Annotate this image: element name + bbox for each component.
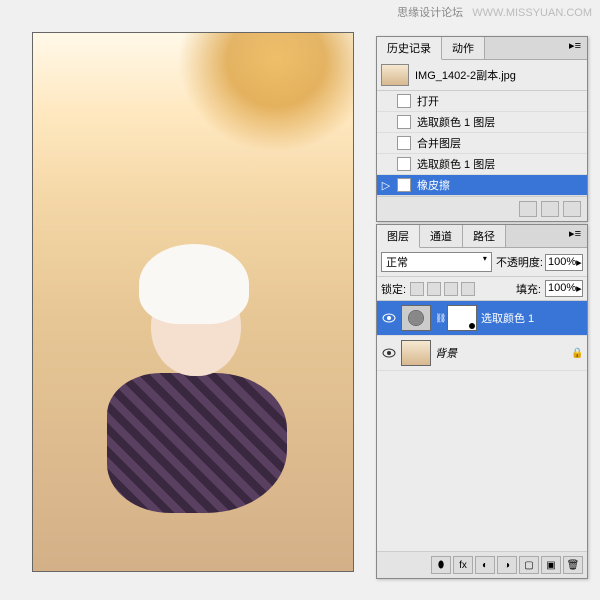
opacity-input[interactable]: 100%▸ bbox=[545, 254, 583, 271]
watermark: 思缘设计论坛 WWW.MISSYUAN.COM bbox=[397, 4, 592, 20]
history-item[interactable]: 选取颜色 1 图层 bbox=[377, 154, 587, 175]
tab-paths[interactable]: 路径 bbox=[463, 225, 506, 247]
tab-actions[interactable]: 动作 bbox=[442, 37, 485, 59]
visibility-toggle[interactable] bbox=[381, 346, 397, 360]
snapshot-filename: IMG_1402-2副本.jpg bbox=[415, 67, 516, 83]
adjustment-thumb[interactable] bbox=[401, 305, 431, 331]
lock-label: 锁定: bbox=[381, 281, 406, 297]
history-item[interactable]: 选取颜色 1 图层 bbox=[377, 112, 587, 133]
history-list: 打开 选取颜色 1 图层 合并图层 选取颜色 1 图层 ▷ 橡皮擦 bbox=[377, 90, 587, 196]
layer-row[interactable]: ⛓ 选取颜色 1 bbox=[377, 301, 587, 336]
history-panel: 历史记录 动作 ▸≡ IMG_1402-2副本.jpg 打开 选取颜色 1 图层… bbox=[376, 36, 588, 222]
tab-history[interactable]: 历史记录 bbox=[377, 37, 442, 60]
history-item[interactable]: 合并图层 bbox=[377, 133, 587, 154]
chevron-down-icon: ▾ bbox=[483, 254, 487, 270]
layers-panel: 图层 通道 路径 ▸≡ 正常 ▾ 不透明度: 100%▸ 锁定: bbox=[376, 224, 588, 579]
adjustment-layer-button[interactable]: ◑ bbox=[497, 556, 517, 574]
layer-name[interactable]: 选取颜色 1 bbox=[481, 310, 583, 326]
layer-thumb[interactable] bbox=[401, 340, 431, 366]
visibility-toggle[interactable] bbox=[381, 311, 397, 325]
layer-group-button[interactable]: ▢ bbox=[519, 556, 539, 574]
new-snapshot-button[interactable] bbox=[519, 201, 537, 217]
photo-leaves bbox=[161, 33, 353, 168]
layer-icon bbox=[397, 157, 411, 171]
new-layer-button[interactable]: ▣ bbox=[541, 556, 561, 574]
fill-label: 填充: bbox=[516, 281, 541, 297]
history-pointer-icon: ▷ bbox=[381, 179, 391, 192]
link-icon[interactable]: ⛓ bbox=[435, 313, 443, 324]
layer-row[interactable]: 背景 🔒 bbox=[377, 336, 587, 371]
eraser-icon bbox=[397, 178, 411, 192]
layer-fx-button[interactable]: fx bbox=[453, 556, 473, 574]
panel-menu-icon[interactable]: ▸≡ bbox=[563, 225, 587, 247]
snapshot-thumb bbox=[381, 64, 409, 86]
layer-name[interactable]: 背景 bbox=[435, 345, 567, 361]
layer-icon bbox=[397, 115, 411, 129]
panel-menu-icon[interactable]: ▸≡ bbox=[563, 37, 587, 59]
lock-position-icon[interactable] bbox=[444, 282, 458, 296]
image-canvas[interactable] bbox=[32, 32, 354, 572]
layer-list: ⛓ 选取颜色 1 背景 🔒 bbox=[377, 301, 587, 551]
layer-mask-button[interactable]: ◐ bbox=[475, 556, 495, 574]
tab-layers[interactable]: 图层 bbox=[377, 225, 420, 248]
chevron-right-icon: ▸ bbox=[576, 282, 582, 295]
photo-portrait bbox=[97, 237, 289, 560]
mask-thumb[interactable] bbox=[447, 305, 477, 331]
history-snapshot[interactable]: IMG_1402-2副本.jpg bbox=[377, 60, 587, 90]
lock-pixels-icon[interactable] bbox=[427, 282, 441, 296]
opacity-label: 不透明度: bbox=[496, 254, 543, 270]
lock-all-icon[interactable] bbox=[461, 282, 475, 296]
lock-icon: 🔒 bbox=[571, 348, 583, 359]
new-document-button[interactable] bbox=[541, 201, 559, 217]
delete-layer-button[interactable]: 🗑 bbox=[563, 556, 583, 574]
fill-input[interactable]: 100%▸ bbox=[545, 280, 583, 297]
merge-icon bbox=[397, 136, 411, 150]
history-item[interactable]: 打开 bbox=[377, 91, 587, 112]
open-icon bbox=[397, 94, 411, 108]
chevron-right-icon: ▸ bbox=[576, 256, 582, 269]
delete-button[interactable] bbox=[563, 201, 581, 217]
link-layers-button[interactable]: ⬮ bbox=[431, 556, 451, 574]
blend-mode-select[interactable]: 正常 ▾ bbox=[381, 252, 492, 272]
tab-channels[interactable]: 通道 bbox=[420, 225, 463, 247]
history-item[interactable]: ▷ 橡皮擦 bbox=[377, 175, 587, 196]
lock-transparency-icon[interactable] bbox=[410, 282, 424, 296]
